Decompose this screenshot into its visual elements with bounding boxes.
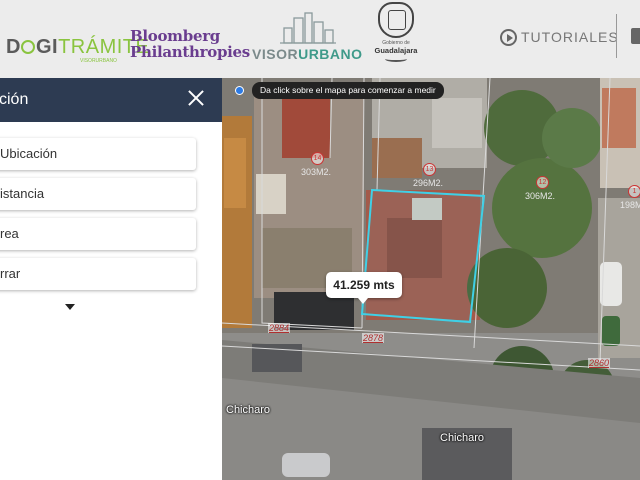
measure-panel: ción Ubicación istancia rea rrar xyxy=(0,78,222,480)
visor-part: VISOR xyxy=(252,46,299,62)
street-number-label: 2884 xyxy=(268,323,291,333)
option-area[interactable]: rea xyxy=(0,218,196,250)
measure-hint-tooltip: Da click sobre el mapa para comenzar a m… xyxy=(252,82,444,99)
gobierno-guadalajara-logo[interactable]: Gobierno de Guadalajara xyxy=(368,2,424,72)
urbano-part: URBANO xyxy=(298,46,363,62)
option-ubicacion[interactable]: Ubicación xyxy=(0,138,196,170)
bloomberg-logo[interactable]: Bloomberg Philanthropies xyxy=(130,28,250,60)
location-dot-icon xyxy=(235,86,244,95)
digitramite-subtitle: VISORURBANO xyxy=(80,58,117,64)
play-circle-icon xyxy=(500,28,517,46)
lot-area-label: 198M xyxy=(620,200,640,210)
bloomberg-line1: Bloomberg xyxy=(130,27,220,45)
digitramite-gi: GI xyxy=(35,36,59,58)
visor-urbano-logo[interactable]: VISORURBANO xyxy=(252,12,362,64)
visor-urbano-text: VISORURBANO xyxy=(252,46,363,62)
map-imagery xyxy=(222,78,640,480)
bloomberg-line2: Philanthropies xyxy=(130,43,250,61)
option-borrar[interactable]: rrar xyxy=(0,258,196,290)
gobierno-line2: Guadalajara xyxy=(374,46,418,55)
street-name-label: Chicharo xyxy=(440,432,485,444)
option-distancia[interactable]: istancia xyxy=(0,178,196,210)
tutoriales-link[interactable]: TUTORIALES xyxy=(500,27,619,47)
digitramite-d: D xyxy=(6,36,21,58)
street-name-label: Chicharo xyxy=(226,404,271,416)
panel-header: ción xyxy=(0,78,222,122)
lot-area-label: 296M2. xyxy=(413,178,444,188)
street-number-label: 2860 xyxy=(588,358,611,368)
distance-measurement-popup: 41.259 mts xyxy=(326,272,402,304)
smile-arc-icon xyxy=(385,56,407,62)
crest-icon xyxy=(378,2,414,38)
satellite-map[interactable]: Da click sobre el mapa para comenzar a m… xyxy=(222,78,640,480)
edge-menu-icon[interactable] xyxy=(631,28,640,44)
city-skyline-icon xyxy=(280,12,336,44)
app-header: D GITRÁMITE VISORURBANO Bloomberg Philant… xyxy=(0,0,640,78)
tutoriales-label: TUTORIALES xyxy=(521,29,619,45)
header-divider xyxy=(616,14,617,58)
lot-number-badge: 1 xyxy=(628,185,640,198)
digitramite-logo[interactable]: D GITRÁMITE xyxy=(6,36,149,59)
wifi-icon xyxy=(20,40,35,54)
lot-area-label: 303M2. xyxy=(301,167,332,177)
close-icon[interactable] xyxy=(188,90,204,106)
street-number-label: 2878 xyxy=(362,333,385,343)
lot-area-label: 306M2. xyxy=(525,191,556,201)
lot-number-badge: 14 xyxy=(311,152,324,165)
lot-number-badge: 12 xyxy=(536,176,549,189)
lot-number-badge: 13 xyxy=(423,163,436,176)
expand-chevron-down-icon[interactable] xyxy=(65,304,75,310)
panel-title: ción xyxy=(0,91,29,108)
